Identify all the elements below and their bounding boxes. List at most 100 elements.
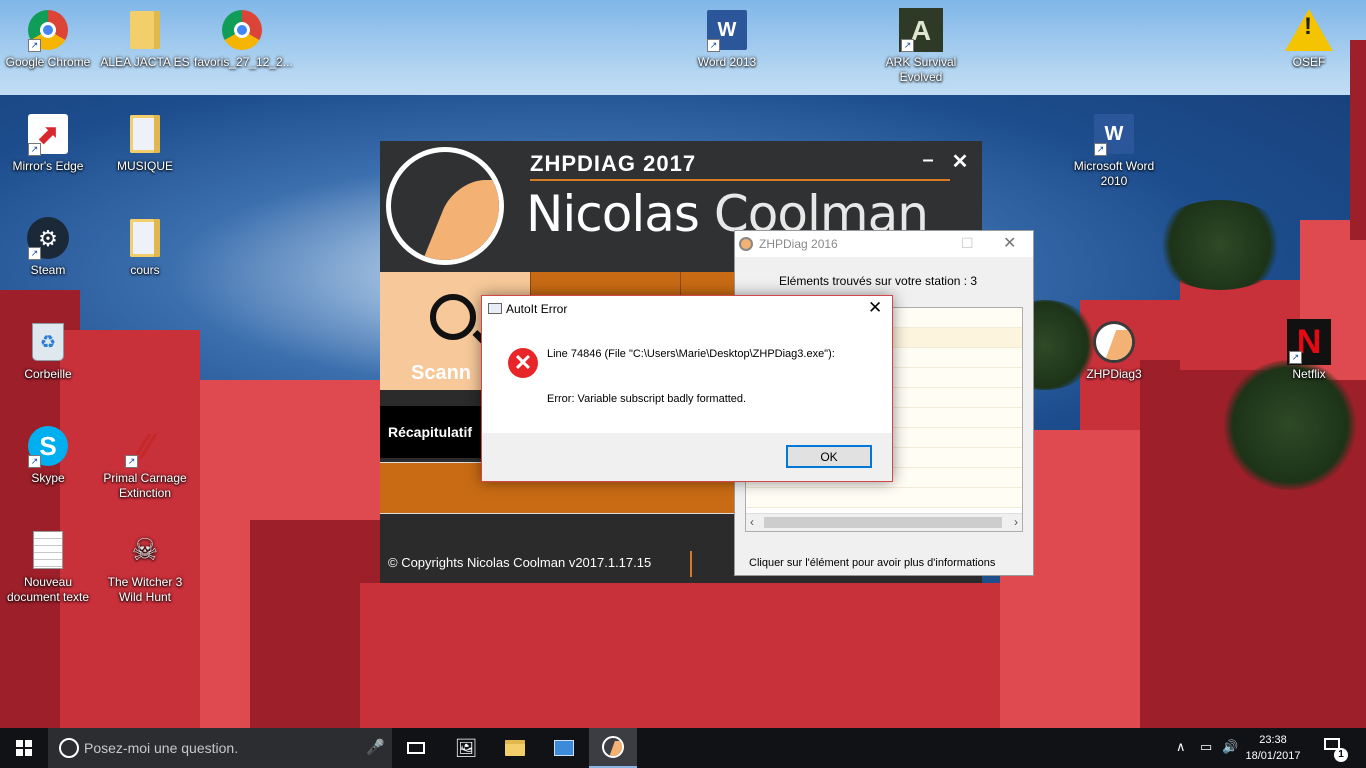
- scroll-left-icon[interactable]: ‹: [750, 515, 754, 529]
- desktop-icon-label: Mirror's Edge: [12, 159, 84, 173]
- zhpdiag-minimize-button[interactable]: –: [916, 149, 940, 172]
- zhpdiag-close-button[interactable]: ✕: [948, 149, 972, 174]
- desktop-icon-label: Primal Carnage Extinction: [103, 471, 187, 500]
- found-items-text: Eléments trouvés sur votre station : 3: [779, 274, 978, 288]
- footer-divider: [690, 551, 692, 577]
- desktop-icon-label: Nouveau document texte: [6, 575, 90, 604]
- magnifier-icon: [430, 294, 476, 340]
- desktop-icon-label: OSEF: [1292, 55, 1326, 69]
- desktop-icon-label: ARK Survival Evolved: [885, 55, 957, 84]
- zhpdiag-copyright: © Copyrights Nicolas Coolman v2017.1.17.…: [388, 555, 652, 570]
- microphone-icon[interactable]: 🎤: [366, 738, 385, 756]
- desktop-icon-label: favoris_27_12_2...: [194, 55, 293, 69]
- zhpdiag-small-icon: [739, 237, 753, 251]
- action-center-button[interactable]: 1: [1318, 734, 1348, 762]
- desktop-icon-google-chrome[interactable]: ↗ Google Chrome: [0, 8, 96, 70]
- desktop-icon-ark[interactable]: A ↗ ARK Survival Evolved: [873, 8, 969, 85]
- shortcut-arrow-icon: ↗: [28, 247, 41, 260]
- notification-count: 1: [1334, 748, 1348, 762]
- desktop-icon-netflix[interactable]: N ↗ Netflix: [1261, 319, 1357, 382]
- zhpdiag-logo-icon: [386, 147, 504, 265]
- tray-chevron-icon[interactable]: ∧: [1176, 739, 1186, 755]
- wallpaper-wall: [1350, 40, 1366, 240]
- chrome-icon: [222, 10, 262, 50]
- scrollbar-thumb[interactable]: [764, 517, 1002, 528]
- folder-icon: [130, 115, 160, 153]
- error-message-text: Error: Variable subscript badly formatte…: [547, 393, 747, 405]
- wallpaper-wall: [360, 583, 1000, 728]
- clock-time: 23:38: [1259, 734, 1287, 746]
- warning-icon: !: [1285, 9, 1333, 51]
- zhpdiag-recap-label: Récapitulatif: [388, 424, 473, 440]
- cortana-icon: [59, 738, 79, 758]
- close-button[interactable]: ✕: [868, 298, 882, 318]
- desktop-icon-word-2013[interactable]: W ↗ Word 2013: [679, 8, 775, 70]
- details-hint-text: Cliquer sur l'élément pour avoir plus d'…: [749, 557, 996, 569]
- taskbar-app-zhpdiag[interactable]: [589, 728, 637, 768]
- desktop-icon-label: Skype: [31, 471, 65, 485]
- desktop-icon-nouveau-document[interactable]: Nouveau document texte: [0, 528, 96, 605]
- close-button[interactable]: ✕: [1003, 233, 1016, 253]
- windows-logo-icon: [16, 740, 32, 756]
- horizontal-scrollbar[interactable]: ‹ ›: [746, 513, 1022, 531]
- battery-icon[interactable]: ▭: [1200, 739, 1212, 755]
- desktop-icon-label: Steam: [30, 263, 66, 277]
- zhpdiag-2016-titlebar[interactable]: ZHPDiag 2016 ☐ ✕: [735, 231, 1033, 257]
- volume-icon[interactable]: 🔊: [1222, 739, 1238, 755]
- desktop-icon-alea-jacta-es[interactable]: ALEA JACTA ES: [97, 8, 193, 70]
- zhpdiag-2016-title: ZHPDiag 2016: [759, 237, 838, 251]
- maximize-button[interactable]: ☐: [961, 235, 974, 252]
- shortcut-arrow-icon: ↗: [125, 455, 138, 468]
- ok-button[interactable]: OK: [786, 445, 872, 468]
- desktop-icon-witcher-3[interactable]: ☠ The Witcher 3 Wild Hunt: [97, 528, 193, 605]
- desktop-icon-skype[interactable]: S ↗ Skype: [0, 424, 96, 486]
- desktop-icon-label: Microsoft Word 2010: [1073, 159, 1155, 188]
- task-view-icon: [407, 742, 425, 754]
- shortcut-arrow-icon: ↗: [901, 39, 914, 52]
- search-placeholder: Posez-moi une question.: [84, 740, 239, 756]
- desktop-icon-word-2010[interactable]: W ↗ Microsoft Word 2010: [1066, 112, 1162, 189]
- zhpdiag-title: ZHPDIAG 2017: [530, 151, 697, 176]
- desktop-icon-cours[interactable]: cours: [97, 216, 193, 278]
- autoit-title: AutoIt Error: [506, 302, 568, 316]
- desktop-icon-zhpdiag3[interactable]: ZHPDiag3: [1066, 320, 1162, 382]
- window-icon: [488, 303, 502, 314]
- recycle-bin-icon: ♻: [32, 323, 64, 361]
- wallpaper-palm: [1150, 200, 1290, 290]
- file-explorer-icon: [505, 740, 525, 756]
- desktop-icon-label: The Witcher 3 Wild Hunt: [107, 575, 183, 604]
- zhpdiag-icon: [1093, 321, 1135, 363]
- folder-icon: [130, 11, 160, 49]
- desktop-icon-primal-carnage[interactable]: ⁄⁄ ↗ Primal Carnage Extinction: [97, 424, 193, 501]
- task-view-button[interactable]: [392, 728, 440, 768]
- desktop-icon-musique[interactable]: MUSIQUE: [97, 112, 193, 174]
- desktop-icon-label: MUSIQUE: [116, 159, 173, 173]
- start-button[interactable]: [0, 728, 48, 768]
- desktop-icon-label: Word 2013: [697, 55, 757, 69]
- cortana-search-box[interactable]: Posez-moi une question. 🎤: [48, 728, 392, 768]
- taskbar-app-explorer[interactable]: [491, 728, 539, 768]
- shortcut-arrow-icon: ↗: [707, 39, 720, 52]
- desktop-icon-label: ZHPDiag3: [1086, 367, 1142, 381]
- zhpdiag-icon: [602, 736, 624, 758]
- taskbar-app-control-panel[interactable]: [540, 728, 588, 768]
- desktop-icon-favoris[interactable]: favoris_27_12_2...: [194, 8, 293, 70]
- scroll-right-icon[interactable]: ›: [1014, 515, 1018, 529]
- list-item[interactable]: [746, 488, 1022, 508]
- taskbar-app-photos[interactable]: 🖼: [442, 728, 490, 768]
- desktop-icon-steam[interactable]: ⚙ ↗ Steam: [0, 216, 96, 278]
- zhpdiag-author-first: Nicolas: [526, 185, 700, 243]
- witcher-icon: ☠: [131, 533, 159, 567]
- error-icon: ✕: [508, 348, 538, 378]
- desktop-icon-corbeille[interactable]: ♻ Corbeille: [0, 320, 96, 382]
- autoit-titlebar[interactable]: AutoIt Error ✕: [482, 296, 892, 322]
- clock-date: 18/01/2017: [1245, 750, 1301, 762]
- text-document-icon: [33, 531, 63, 569]
- desktop-icon-mirrors-edge[interactable]: ⬈ ↗ Mirror's Edge: [0, 112, 96, 174]
- error-line-text: Line 74846 (File "C:\Users\Marie\Desktop…: [547, 348, 835, 360]
- clock[interactable]: 23:38 18/01/2017: [1240, 732, 1306, 764]
- autoit-error-dialog: AutoIt Error ✕ ✕ Line 74846 (File "C:\Us…: [481, 295, 893, 482]
- zhpdiag-scan-label: Scann: [411, 362, 472, 384]
- desktop-icon-osef[interactable]: ! OSEF: [1261, 8, 1357, 70]
- shortcut-arrow-icon: ↗: [28, 39, 41, 52]
